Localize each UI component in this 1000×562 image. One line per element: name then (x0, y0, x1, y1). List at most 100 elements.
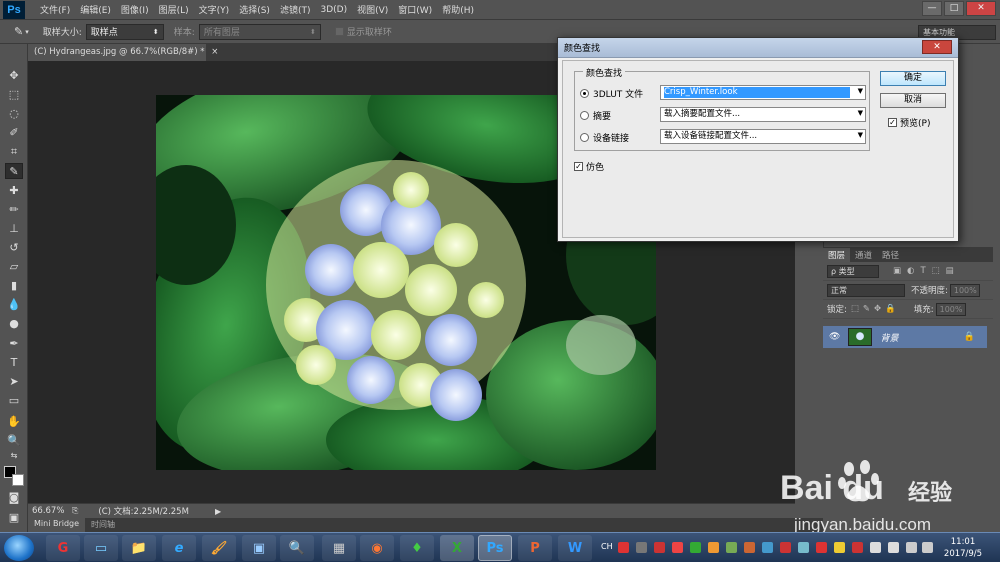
tray-icon-7[interactable] (726, 542, 737, 553)
taskbar-app-photoshop[interactable]: Ps (478, 535, 512, 561)
dither-checkbox[interactable]: ✓ (574, 162, 583, 171)
menu-layer[interactable]: 图层(L) (154, 3, 194, 16)
lasso-tool-icon[interactable]: ◌ (5, 106, 23, 122)
screen-mode-icon[interactable]: ▣ (5, 510, 23, 526)
tab-layers[interactable]: 图层 (823, 248, 851, 262)
tray-icon-2[interactable] (636, 542, 647, 553)
menu-edit[interactable]: 编辑(E) (75, 3, 116, 16)
tray-icon-13[interactable] (834, 542, 845, 553)
taskbar-app-search[interactable]: 🔍 (280, 535, 314, 561)
quick-mask-icon[interactable]: ◙ (5, 490, 23, 506)
network-icon[interactable] (906, 542, 917, 553)
taskbar-app-calc[interactable]: ▦ (322, 535, 356, 561)
tab-channels[interactable]: 通道 (850, 248, 877, 262)
swap-colors-icon[interactable]: ⇆ (5, 448, 23, 464)
layer-row-background[interactable]: 👁 背景 🔒 (823, 326, 987, 348)
tray-icon-12[interactable] (816, 542, 827, 553)
type-tool-icon[interactable]: T (5, 355, 23, 371)
taskbar-app-remote[interactable]: ▭ (84, 535, 118, 561)
tray-icon-15[interactable] (870, 542, 881, 553)
taskbar-app-tool[interactable]: ♦ (400, 535, 434, 561)
quick-select-tool-icon[interactable]: ✐ (5, 125, 23, 141)
radio-3dlut[interactable] (580, 88, 589, 98)
menu-image[interactable]: 图像(I) (116, 3, 154, 16)
move-tool-icon[interactable]: ✥ (5, 68, 23, 84)
preview-checkbox[interactable]: ✓ (888, 118, 897, 127)
close-tab-icon[interactable]: × (211, 47, 218, 57)
tray-icon-1[interactable] (618, 542, 629, 553)
tray-icon-16[interactable] (888, 542, 899, 553)
crop-tool-icon[interactable]: ⌗ (5, 144, 23, 160)
menu-filter[interactable]: 滤镜(T) (275, 3, 316, 16)
blur-tool-icon[interactable]: 💧 (5, 297, 23, 313)
tray-icon-6[interactable] (708, 542, 719, 553)
pen-tool-icon[interactable]: ✒ (5, 336, 23, 352)
tray-icon-4[interactable] (672, 542, 683, 553)
taskbar-app-firefox[interactable]: ◉ (360, 535, 394, 561)
fill-input[interactable]: 100% (935, 302, 966, 316)
history-brush-tool-icon[interactable]: ↺ (5, 240, 23, 256)
taskbar-app-excel[interactable]: X (440, 535, 474, 561)
show-ring-checkbox[interactable] (334, 27, 344, 36)
option-abstract-row[interactable]: 摘要 (580, 107, 611, 123)
clone-stamp-tool-icon[interactable]: ⊥ (5, 221, 23, 237)
system-clock[interactable]: 11:01 2017/9/5 (940, 536, 986, 560)
brush-tool-icon[interactable]: ✏ (5, 202, 23, 218)
menu-file[interactable]: 文件(F) (35, 3, 75, 16)
filter-icons[interactable]: ▣◐T⬚▤ (893, 266, 960, 276)
layer-filter-select[interactable]: ρ 类型 (827, 264, 879, 278)
eyedropper-tool-icon[interactable]: ✎ (5, 163, 23, 179)
dodge-tool-icon[interactable]: ● (5, 316, 23, 332)
volume-icon[interactable] (922, 542, 933, 553)
dialog-titlebar[interactable]: 颜色查找 (558, 38, 958, 58)
tab-mini-bridge[interactable]: Mini Bridge (28, 518, 86, 532)
marquee-tool-icon[interactable]: ⬚ (5, 87, 23, 103)
option-3dlut-row[interactable]: 3DLUT 文件 (580, 85, 643, 101)
tray-icon-3[interactable] (654, 542, 665, 553)
minimize-button[interactable]: — (922, 1, 942, 16)
ime-indicator[interactable]: CH (601, 542, 613, 551)
zoom-level[interactable]: 66.67% (32, 506, 70, 516)
tray-icon-11[interactable] (798, 542, 809, 553)
hand-tool-icon[interactable]: ✋ (5, 414, 23, 430)
export-icon[interactable]: ⎘ (72, 506, 78, 516)
tray-icon-9[interactable] (762, 542, 773, 553)
taskbar-app-word[interactable]: W (558, 535, 592, 561)
menu-view[interactable]: 视图(V) (352, 3, 393, 16)
tab-timeline[interactable]: 时间轴 (85, 518, 121, 532)
taskbar-app-window[interactable]: ▣ (242, 535, 276, 561)
radio-abstract[interactable] (580, 110, 589, 120)
tray-icon-10[interactable] (780, 542, 791, 553)
dialog-close-button[interactable]: ✕ (922, 40, 952, 54)
tab-paths[interactable]: 路径 (877, 248, 904, 262)
tray-icon-14[interactable] (852, 542, 863, 553)
option-devicelink-row[interactable]: 设备链接 (580, 129, 629, 145)
document-tab[interactable]: (C) Hydrangeas.jpg @ 66.7%(RGB/8#) * × (28, 44, 218, 61)
menu-type[interactable]: 文字(Y) (194, 3, 235, 16)
taskbar-app-paint[interactable]: 🖌 (202, 535, 236, 561)
start-button[interactable] (4, 535, 34, 561)
taskbar-app-explorer[interactable]: 📁 (122, 535, 156, 561)
lock-icons[interactable]: ⬚✎✥🔒 (851, 304, 900, 314)
taskbar-app-g[interactable]: G (46, 535, 80, 561)
visibility-eye-icon[interactable]: 👁 (829, 332, 840, 342)
play-arrow-icon[interactable]: ▶ (215, 507, 221, 516)
menu-window[interactable]: 窗口(W) (393, 3, 437, 16)
menu-3d[interactable]: 3D(D) (315, 5, 352, 15)
ok-button[interactable]: 确定 (880, 71, 946, 86)
eraser-tool-icon[interactable]: ▱ (5, 259, 23, 275)
tray-icon-8[interactable] (744, 542, 755, 553)
blend-mode-select[interactable]: 正常 (827, 283, 905, 297)
maximize-button[interactable]: □ (944, 1, 964, 16)
tray-icon-5[interactable] (690, 542, 701, 553)
background-color-swatch[interactable] (12, 474, 24, 486)
radio-devicelink[interactable] (580, 132, 589, 142)
cancel-button[interactable]: 取消 (880, 93, 946, 108)
abstract-select[interactable]: 载入摘要配置文件... ▼ (660, 107, 866, 122)
3dlut-file-select[interactable]: Crisp_Winter.look ▼ (660, 85, 866, 100)
devicelink-select[interactable]: 载入设备链接配置文件... ▼ (660, 129, 866, 144)
close-window-button[interactable]: ✕ (966, 1, 996, 16)
gradient-tool-icon[interactable]: ▮ (5, 278, 23, 294)
taskbar-app-ie[interactable]: e (162, 535, 196, 561)
menu-select[interactable]: 选择(S) (234, 3, 275, 16)
